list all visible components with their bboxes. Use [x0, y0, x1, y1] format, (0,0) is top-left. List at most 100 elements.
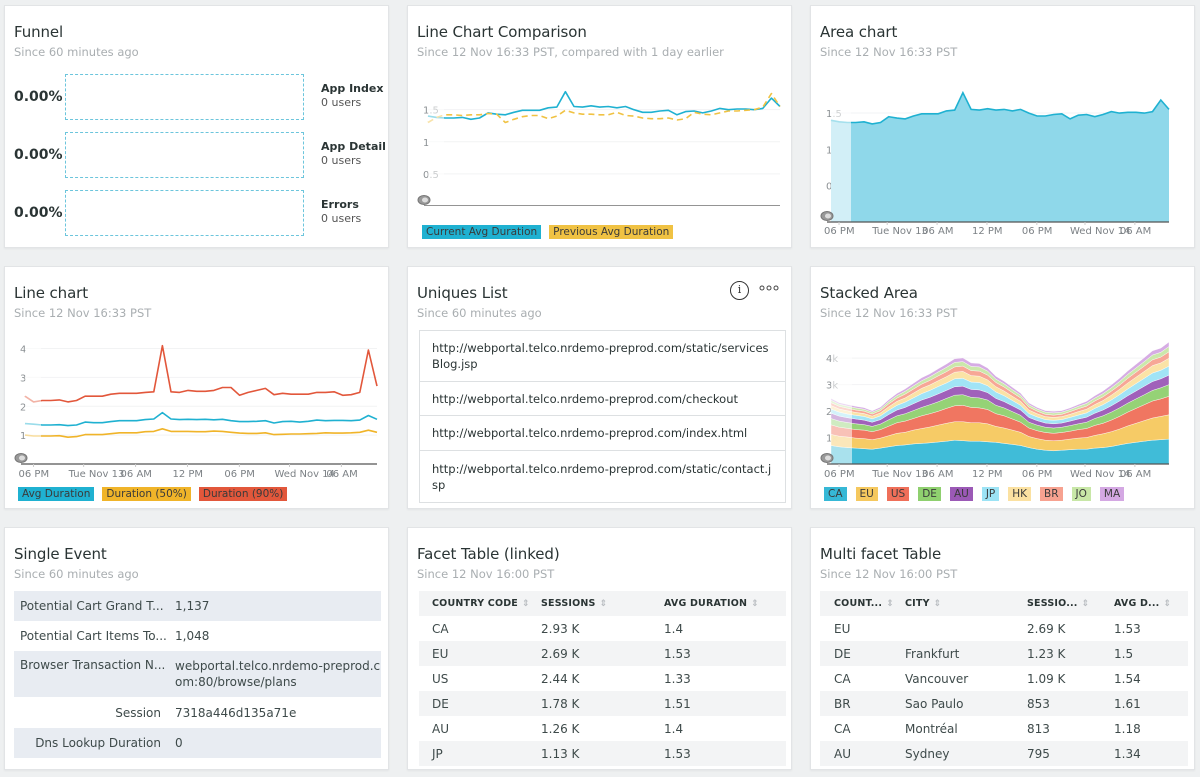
- sort-icon[interactable]: ⇕: [522, 599, 530, 609]
- range-toggle-icon[interactable]: [820, 211, 834, 221]
- sort-icon[interactable]: ⇕: [934, 599, 942, 609]
- widget-subtitle: Since 12 Nov 16:00 PST: [820, 567, 958, 581]
- country-cell: CA: [834, 721, 851, 736]
- country-cell: DE: [820, 641, 905, 666]
- table-row[interactable]: EU 2.69 K 1.53: [820, 616, 1188, 641]
- country-link[interactable]: CA: [419, 616, 541, 641]
- table-row[interactable]: AU 1.26 K 1.4: [419, 716, 786, 741]
- sort-icon[interactable]: ⇕: [600, 599, 608, 609]
- line-comparison-chart[interactable]: 0.511.506 PMTue Nov 1306 AM12 PM06 PMWed…: [408, 6, 792, 206]
- legend-item[interactable]: MA: [1099, 487, 1125, 501]
- funnel-bar: [65, 132, 304, 178]
- table-row[interactable]: EU 2.69 K 1.53: [419, 641, 786, 666]
- table-row[interactable]: CA 2.93 K 1.4: [419, 616, 786, 641]
- sessions-cell: 1.26 K: [541, 721, 580, 736]
- legend-item[interactable]: Previous Avg Duration: [549, 225, 674, 239]
- chart-legend: CA EU US DE AU JP HK BR JO MA: [824, 487, 1125, 501]
- line-chart[interactable]: 123406 PM Tue Nov 1306 AM 12 PM 06 PM Wed No…: [5, 267, 389, 487]
- list-item[interactable]: http://webportal.telco.nrdemo-preprod.co…: [420, 382, 785, 416]
- avg-duration-cell: 1.53: [1114, 621, 1141, 636]
- attribute-key: Browser Transaction N...: [20, 658, 166, 672]
- sort-icon[interactable]: ⇕: [886, 599, 894, 609]
- more-icon[interactable]: [759, 284, 779, 295]
- column-header-sessions[interactable]: SESSIONS ⇕: [541, 591, 664, 616]
- table-row[interactable]: BR Sao Paulo 853 1.61: [820, 691, 1188, 716]
- country-link[interactable]: EU: [419, 641, 541, 666]
- line-series-duration-90-[interactable]: [24, 344, 378, 403]
- column-header-avg-duration[interactable]: AVG D... ⇕: [1114, 591, 1188, 616]
- column-header-city[interactable]: CITY ⇕: [905, 591, 1027, 616]
- attribute-key: Potential Cart Items To...: [20, 629, 167, 643]
- column-header-country-code[interactable]: COUNTRY CODE ⇕: [419, 591, 541, 616]
- range-toggle-icon[interactable]: [14, 453, 28, 463]
- line-series-previous-avg-duration[interactable]: [427, 92, 781, 124]
- table-row[interactable]: DE 1.78 K 1.51: [419, 691, 786, 716]
- funnel-step[interactable]: 0.00% Errors 0 users: [14, 190, 388, 236]
- line-series-duration-50-[interactable]: [24, 428, 378, 438]
- range-toggle-icon[interactable]: [820, 453, 834, 463]
- table-row[interactable]: DE Frankfurt 1.23 K 1.5: [820, 641, 1188, 666]
- sessions-cell: 2.93 K: [541, 621, 580, 636]
- table-row[interactable]: JP 1.13 K 1.53: [419, 741, 786, 766]
- column-header-country[interactable]: COUNT... ⇕: [820, 591, 905, 616]
- table-row[interactable]: US 2.44 K 1.33: [419, 666, 786, 691]
- legend-item[interactable]: JO: [1071, 487, 1091, 501]
- list-item[interactable]: http://webportal.telco.nrdemo-preprod.co…: [420, 416, 785, 451]
- legend-item[interactable]: US: [886, 487, 910, 501]
- avg-duration-cell: 1.54: [1114, 671, 1141, 686]
- sort-icon[interactable]: ⇕: [1163, 599, 1171, 609]
- funnel-step-count: 0 users: [321, 96, 362, 109]
- uniques-list: http://webportal.telco.nrdemo-preprod.co…: [419, 330, 786, 503]
- legend-item[interactable]: Duration (50%): [102, 487, 191, 501]
- country-link[interactable]: DE: [419, 691, 541, 716]
- list-item[interactable]: http://webportal.telco.nrdemo-preprod.co…: [420, 331, 785, 382]
- sort-icon[interactable]: ⇕: [751, 599, 759, 609]
- column-header-avg-duration[interactable]: AVG DURATION ⇕: [664, 591, 786, 616]
- widget-subtitle: Since 60 minutes ago: [14, 567, 139, 581]
- attribute-row: Browser Transaction N... webportal.telco…: [14, 651, 381, 697]
- x-tick-label: 12 PM: [972, 469, 1003, 480]
- legend-item[interactable]: CA: [824, 487, 847, 501]
- line-series-avg-duration[interactable]: [24, 411, 378, 427]
- city-cell: Sydney: [905, 741, 1027, 766]
- legend-item[interactable]: HK: [1008, 487, 1032, 501]
- legend-item[interactable]: Current Avg Duration: [422, 225, 542, 239]
- funnel-percent: 0.00%: [14, 205, 63, 221]
- table-header-row: COUNTRY CODE ⇕ SESSIONS ⇕ AVG DURATION ⇕: [419, 591, 786, 616]
- stacked-area-chart[interactable]: 1k2k3k4k06 PMTue Nov 1306 AM12 PM06 PMWe…: [811, 267, 1195, 487]
- x-tick-label: 12 PM: [172, 469, 203, 480]
- area-chart[interactable]: 0.511.506 PMTue Nov 1306 AM12 PM06 PMWed…: [811, 6, 1195, 246]
- legend-item[interactable]: JP: [981, 487, 1000, 501]
- country-link[interactable]: AU: [419, 716, 541, 741]
- attribute-key: Session: [115, 705, 161, 720]
- legend-item[interactable]: AU: [949, 487, 973, 501]
- city-cell: Sao Paulo: [905, 691, 1027, 716]
- table-row[interactable]: CA Vancouver 1.09 K 1.54: [820, 666, 1188, 691]
- list-item-text: http://webportal.telco.nrdemo-preprod.co…: [432, 341, 769, 371]
- table-row[interactable]: CA Montréal 813 1.18: [820, 716, 1188, 741]
- legend-item[interactable]: BR: [1040, 487, 1063, 501]
- avg-duration-cell: 1.53: [664, 641, 786, 666]
- funnel-step[interactable]: 0.00% App Index 0 users: [14, 74, 388, 120]
- attribute-row: Potential Cart Items To... 1,048: [14, 621, 381, 651]
- country-link[interactable]: JP: [419, 741, 541, 766]
- country-link[interactable]: US: [419, 666, 541, 691]
- legend-item[interactable]: Duration (90%): [198, 487, 288, 501]
- legend-item[interactable]: Avg Duration: [18, 487, 95, 501]
- list-item[interactable]: http://webportal.telco.nrdemo-preprod.co…: [420, 451, 785, 502]
- sort-icon[interactable]: ⇕: [1082, 599, 1090, 609]
- stacked-area-widget: Stacked Area Since 12 Nov 16:33 PST 1k2k…: [810, 266, 1195, 509]
- facet-table-widget: Facet Table (linked) Since 12 Nov 16:00 …: [407, 527, 792, 770]
- table-row[interactable]: AU Sydney 795 1.34: [820, 741, 1188, 766]
- legend-item[interactable]: EU: [855, 487, 878, 501]
- legend-item[interactable]: DE: [918, 487, 941, 501]
- info-icon[interactable]: i: [730, 281, 749, 300]
- column-header-sessions[interactable]: SESSIO... ⇕: [1027, 591, 1114, 616]
- widget-title: Uniques List: [417, 284, 508, 302]
- sessions-cell: 1.23 K: [1027, 641, 1114, 666]
- uniques-list-widget: Uniques List Since 60 minutes ago i http…: [407, 266, 792, 509]
- x-tick-label: 06 AM: [922, 226, 953, 237]
- time-window-overlay: [428, 64, 444, 206]
- range-toggle-icon[interactable]: [417, 195, 431, 205]
- funnel-step[interactable]: 0.00% App Detail 0 users: [14, 132, 388, 178]
